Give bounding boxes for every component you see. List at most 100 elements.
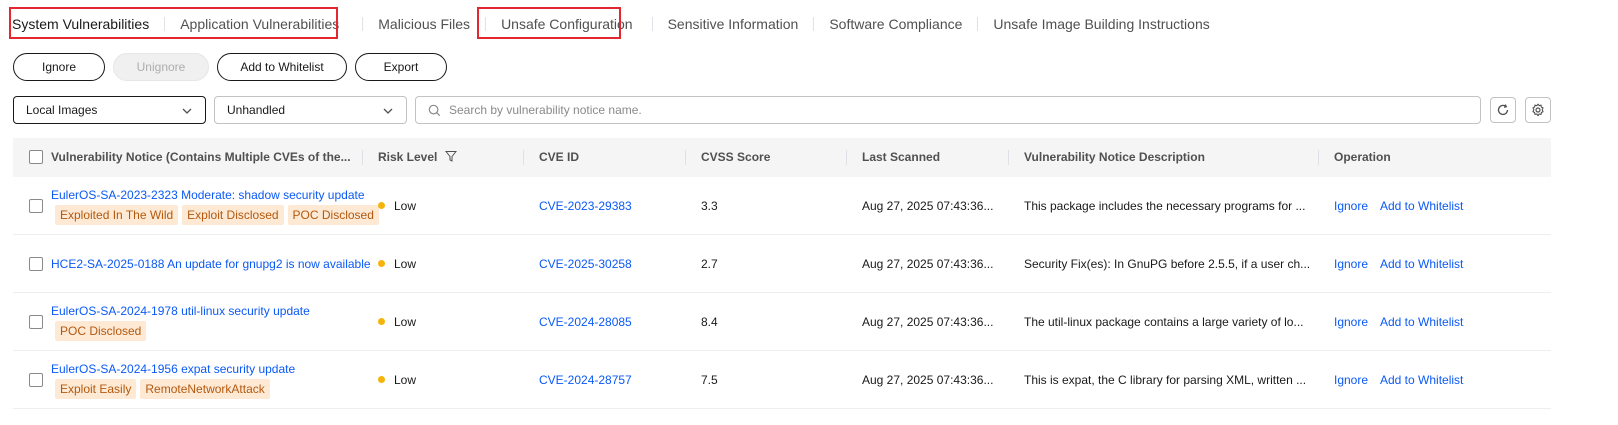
column-divider <box>523 150 524 165</box>
column-divider <box>1008 150 1009 165</box>
cvss-score: 3.3 <box>701 199 718 213</box>
chevron-down-icon <box>383 108 393 114</box>
row-add-to-whitelist-link[interactable]: Add to Whitelist <box>1380 373 1463 387</box>
tab-sensitive-information[interactable]: Sensitive Information <box>653 8 814 40</box>
settings-button[interactable] <box>1525 97 1551 123</box>
column-divider <box>846 150 847 165</box>
risk-dot-icon <box>378 260 385 267</box>
tab-malicious-files[interactable]: Malicious Files <box>363 8 485 40</box>
tag-badge: POC Disclosed <box>55 321 147 341</box>
tab-system-vulnerabilities[interactable]: System Vulnerabilities <box>10 8 164 40</box>
tag-badge: Exploit Easily <box>55 379 137 399</box>
row-checkbox[interactable] <box>29 373 43 387</box>
select-all-checkbox[interactable] <box>29 150 43 164</box>
notice-description: Security Fix(es): In GnuPG before 2.5.5,… <box>1024 257 1311 271</box>
cve-id-link[interactable]: CVE-2023-29383 <box>539 199 632 213</box>
ignore-button[interactable]: Ignore <box>13 53 105 81</box>
tab-unsafe-image-building-instructions[interactable]: Unsafe Image Building Instructions <box>978 8 1224 40</box>
risk-level: Low <box>378 373 416 387</box>
column-divider <box>1318 150 1319 165</box>
table-row: EulerOS-SA-2024-1978 util-linux security… <box>13 293 1551 351</box>
last-scanned: Aug 27, 2025 07:43:36... <box>862 257 994 271</box>
column-divider <box>685 150 686 165</box>
column-header-description: Vulnerability Notice Description <box>1024 150 1205 164</box>
notice-description: The util-linux package contains a large … <box>1024 315 1304 329</box>
last-scanned: Aug 27, 2025 07:43:36... <box>862 315 994 329</box>
add-to-whitelist-button[interactable]: Add to Whitelist <box>217 53 347 81</box>
table-row: EulerOS-SA-2024-1956 expat security upda… <box>13 351 1551 409</box>
row-ignore-link[interactable]: Ignore <box>1334 315 1368 329</box>
notice-description: This is expat, the C library for parsing… <box>1024 373 1307 387</box>
tag-badge: POC Disclosed <box>287 205 379 225</box>
filter-icon[interactable] <box>444 150 457 162</box>
table-row: EulerOS-SA-2023-2323 Moderate: shadow se… <box>13 177 1551 235</box>
risk-dot-icon <box>378 376 385 383</box>
tab-application-vulnerabilities[interactable]: Application Vulnerabilities <box>165 8 354 40</box>
vulnerability-notice-link[interactable]: EulerOS-SA-2023-2323 Moderate: shadow se… <box>51 188 365 202</box>
search-input[interactable] <box>449 103 1449 117</box>
export-button[interactable]: Export <box>355 53 447 81</box>
chevron-down-icon <box>182 108 192 114</box>
status-select[interactable]: Unhandled <box>214 96 407 124</box>
gear-icon <box>1532 103 1544 117</box>
row-ignore-link[interactable]: Ignore <box>1334 373 1368 387</box>
row-checkbox[interactable] <box>29 199 43 213</box>
cvss-score: 7.5 <box>701 373 718 387</box>
risk-dot-icon <box>378 202 385 209</box>
last-scanned: Aug 27, 2025 07:43:36... <box>862 373 994 387</box>
notice-description: This package includes the necessary prog… <box>1024 199 1306 213</box>
row-checkbox[interactable] <box>29 315 43 329</box>
risk-level-text: Low <box>394 315 417 329</box>
tag-badge: RemoteNetworkAttack <box>140 379 270 399</box>
tag-list: Exploited In The Wild Exploit Disclosed PO… <box>55 205 383 225</box>
row-add-to-whitelist-link[interactable]: Add to Whitelist <box>1380 257 1463 271</box>
cvss-score: 8.4 <box>701 315 718 329</box>
vulnerability-notice-link[interactable]: EulerOS-SA-2024-1978 util-linux security… <box>51 304 310 318</box>
row-add-to-whitelist-link[interactable]: Add to Whitelist <box>1380 199 1463 213</box>
cvss-score: 2.7 <box>701 257 718 271</box>
cve-id-link[interactable]: CVE-2024-28085 <box>539 315 632 329</box>
tag-badge: Exploit Disclosed <box>182 205 284 225</box>
row-checkbox[interactable] <box>29 257 43 271</box>
risk-level-text: Low <box>394 199 417 213</box>
refresh-button[interactable] <box>1490 97 1516 123</box>
risk-level-label: Risk Level <box>378 150 438 164</box>
risk-level-text: Low <box>394 373 417 387</box>
vulnerability-notice-link[interactable]: EulerOS-SA-2024-1956 expat security upda… <box>51 362 295 376</box>
row-ignore-link[interactable]: Ignore <box>1334 257 1368 271</box>
cve-id-link[interactable]: CVE-2025-30258 <box>539 257 632 271</box>
risk-level: Low <box>378 199 416 213</box>
refresh-icon <box>1497 104 1509 116</box>
column-header-cvss-score: CVSS Score <box>701 150 771 164</box>
risk-dot-icon <box>378 318 385 325</box>
vulnerability-notice-link[interactable]: HCE2-SA-2025-0188 An update for gnupg2 i… <box>51 257 371 271</box>
status-value: Unhandled <box>227 103 286 117</box>
column-header-risk-level: Risk Level <box>378 138 457 177</box>
unignore-button[interactable]: Unignore <box>113 53 209 81</box>
column-header-last-scanned: Last Scanned <box>862 150 941 164</box>
tag-list: POC Disclosed <box>55 321 150 341</box>
risk-level: Low <box>378 257 416 271</box>
table-header: Vulnerability Notice (Contains Multiple … <box>13 138 1551 177</box>
tab-software-compliance[interactable]: Software Compliance <box>814 8 977 40</box>
column-header-operation: Operation <box>1334 150 1391 164</box>
risk-level-text: Low <box>394 257 417 271</box>
row-add-to-whitelist-link[interactable]: Add to Whitelist <box>1380 315 1463 329</box>
image-scope-value: Local Images <box>26 103 98 117</box>
cve-id-link[interactable]: CVE-2024-28757 <box>539 373 632 387</box>
tab-unsafe-configuration[interactable]: Unsafe Configuration <box>486 8 648 40</box>
image-scope-select[interactable]: Local Images <box>13 96 206 124</box>
row-ignore-link[interactable]: Ignore <box>1334 199 1368 213</box>
last-scanned: Aug 27, 2025 07:43:36... <box>862 199 994 213</box>
search-icon <box>428 104 441 116</box>
column-divider <box>362 150 363 165</box>
table-row: HCE2-SA-2025-0188 An update for gnupg2 i… <box>13 235 1551 293</box>
vulnerability-type-tabs: System Vulnerabilities Application Vulne… <box>10 8 1225 40</box>
column-header-notice: Vulnerability Notice (Contains Multiple … <box>51 150 351 164</box>
vulnerability-table: Vulnerability Notice (Contains Multiple … <box>13 138 1551 409</box>
tag-badge: Exploited In The Wild <box>55 205 179 225</box>
risk-level: Low <box>378 315 416 329</box>
tag-list: Exploit Easily RemoteNetworkAttack <box>55 379 274 399</box>
column-header-cve-id: CVE ID <box>539 150 580 164</box>
search-box <box>415 96 1481 124</box>
